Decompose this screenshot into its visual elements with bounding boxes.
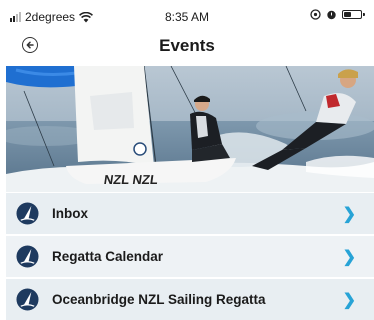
alarm-icon — [327, 10, 336, 20]
nav-header: Events — [0, 30, 374, 64]
hero-image: NZL NZL — [6, 66, 374, 192]
page-title: Events — [159, 36, 215, 55]
list-item-oceanbridge-regatta[interactable]: Oceanbridge NZL Sailing Regatta ❯ — [6, 279, 374, 320]
chevron-right-icon: ❯ — [342, 206, 356, 223]
battery-level — [344, 12, 351, 17]
status-bar: 2degrees 8:35 AM — [0, 0, 374, 34]
chevron-right-icon: ❯ — [342, 292, 356, 309]
sailboat-logo-icon — [16, 202, 39, 225]
list-item-inbox[interactable]: Inbox ❯ — [6, 193, 374, 234]
sailboat-logo-icon — [16, 288, 39, 311]
status-right — [310, 9, 365, 20]
battery-icon — [342, 10, 365, 19]
list-item-regatta-calendar[interactable]: Regatta Calendar ❯ — [6, 236, 374, 277]
sailboat-logo-icon — [16, 245, 39, 268]
sail-number: NZL NZL — [103, 172, 159, 187]
list-item-label: Inbox — [52, 206, 88, 221]
events-menu-list: Inbox ❯ Regatta Calendar ❯ Oceanbridge N… — [6, 193, 374, 320]
list-item-label: Oceanbridge NZL Sailing Regatta — [52, 292, 266, 307]
location-icon — [310, 9, 321, 20]
list-item-label: Regatta Calendar — [52, 249, 164, 264]
chevron-right-icon: ❯ — [342, 249, 356, 266]
